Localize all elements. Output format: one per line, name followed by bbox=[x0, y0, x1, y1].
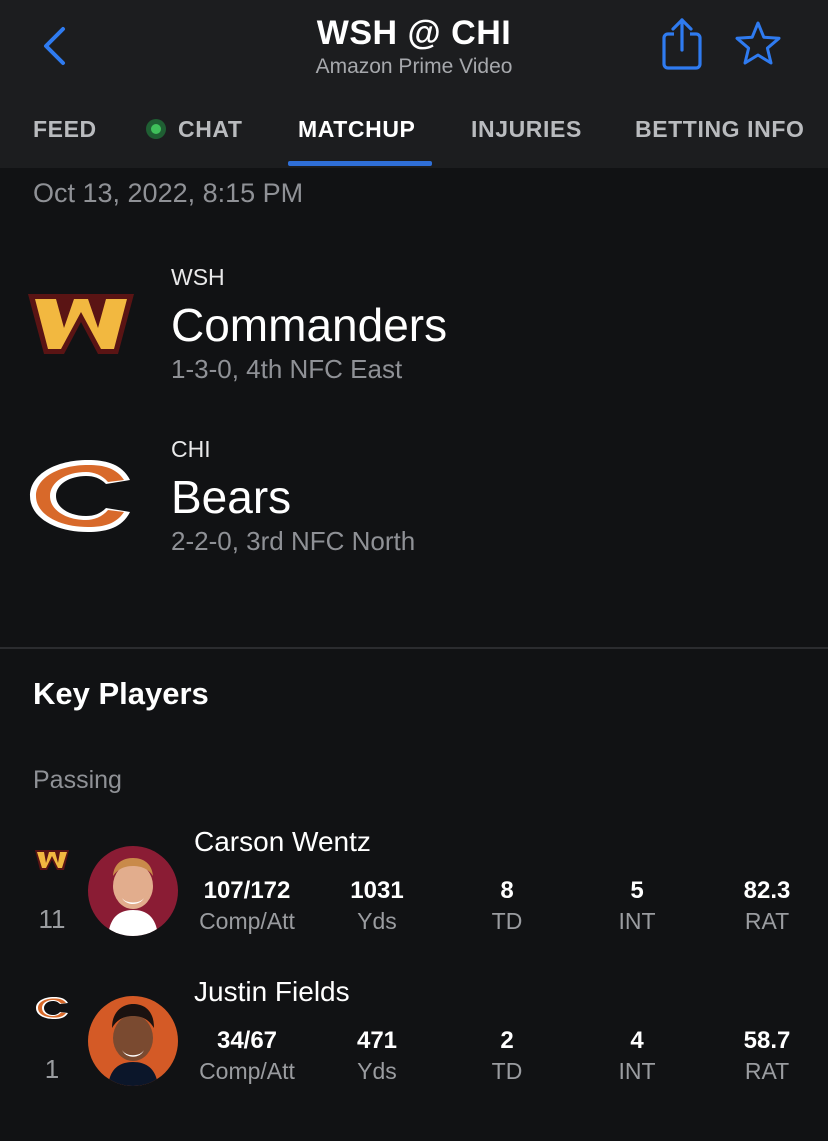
game-datetime: Oct 13, 2022, 8:15 PM bbox=[33, 178, 304, 208]
bears-logo bbox=[36, 997, 68, 1019]
tab-betting-info[interactable]: BETTING INFO bbox=[635, 110, 804, 168]
player-row[interactable]: 1 Justin Fields 34/67 Comp/Att 471 Yds 2… bbox=[0, 972, 828, 1102]
back-chevron-icon bbox=[44, 27, 65, 65]
player-avatar bbox=[88, 846, 178, 936]
favorite-button[interactable] bbox=[734, 20, 782, 68]
team-row-away[interactable]: WSH Commanders 1-3-0, 4th NFC East bbox=[0, 260, 828, 390]
stat-interceptions: 5 INT bbox=[618, 877, 656, 934]
player-name: Justin Fields bbox=[194, 976, 350, 1007]
stat-touchdowns: 8 TD bbox=[491, 877, 523, 934]
player-headshot bbox=[88, 996, 178, 1086]
tab-bar: FEED CHAT MATCHUP INJURIES BETTING INFO bbox=[0, 110, 828, 168]
player-name: Carson Wentz bbox=[194, 826, 371, 857]
stat-yards: 471 Yds bbox=[356, 1027, 398, 1084]
bears-logo bbox=[30, 460, 130, 532]
page-title: WSH @ CHI bbox=[316, 14, 512, 52]
share-icon bbox=[662, 18, 702, 70]
broadcast-subtitle: Amazon Prime Video bbox=[315, 55, 513, 78]
active-tab-indicator bbox=[288, 161, 432, 166]
stat-interceptions: 4 INT bbox=[618, 1027, 656, 1084]
stat-rating: 58.7 RAT bbox=[743, 1027, 791, 1084]
player-avatar bbox=[88, 996, 178, 1086]
star-icon bbox=[735, 21, 781, 65]
stat-yards: 1031 Yds bbox=[350, 877, 404, 934]
team-abbr: CHI bbox=[171, 436, 211, 462]
player-headshot bbox=[88, 846, 178, 936]
tab-chat[interactable]: CHAT bbox=[146, 110, 243, 168]
player-row[interactable]: 11 Carson Wentz 107/172 Comp/Att 1031 Yd… bbox=[0, 822, 828, 952]
team-name: Commanders bbox=[171, 299, 448, 351]
stat-comp-att: 107/172 Comp/Att bbox=[199, 877, 295, 934]
team-name: Bears bbox=[171, 471, 292, 523]
team-record: 2-2-0, 3rd NFC North bbox=[171, 526, 416, 556]
key-players-heading: Key Players bbox=[33, 676, 209, 711]
team-row-home[interactable]: CHI Bears 2-2-0, 3rd NFC North bbox=[0, 432, 828, 562]
header-title-group: WSH @ CHI Amazon Prime Video bbox=[214, 12, 614, 80]
section-divider bbox=[0, 647, 828, 649]
commanders-logo bbox=[35, 850, 69, 870]
top-navigation-bar: WSH @ CHI Amazon Prime Video FEED CHAT M… bbox=[0, 0, 828, 168]
stat-touchdowns: 2 TD bbox=[491, 1027, 523, 1084]
share-button[interactable] bbox=[660, 16, 704, 72]
tab-matchup[interactable]: MATCHUP bbox=[298, 110, 415, 168]
stat-category-label: Passing bbox=[33, 766, 122, 794]
live-dot-icon bbox=[146, 118, 166, 139]
jersey-number: 1 bbox=[44, 1054, 60, 1084]
commanders-logo bbox=[28, 294, 134, 354]
jersey-number: 11 bbox=[38, 904, 66, 934]
tab-feed[interactable]: FEED bbox=[33, 110, 97, 168]
team-record: 1-3-0, 4th NFC East bbox=[171, 354, 403, 384]
tab-injuries[interactable]: INJURIES bbox=[471, 110, 582, 168]
stat-rating: 82.3 RAT bbox=[743, 877, 791, 934]
back-button[interactable] bbox=[34, 24, 74, 68]
team-abbr: WSH bbox=[171, 264, 225, 290]
stat-comp-att: 34/67 Comp/Att bbox=[199, 1027, 295, 1084]
